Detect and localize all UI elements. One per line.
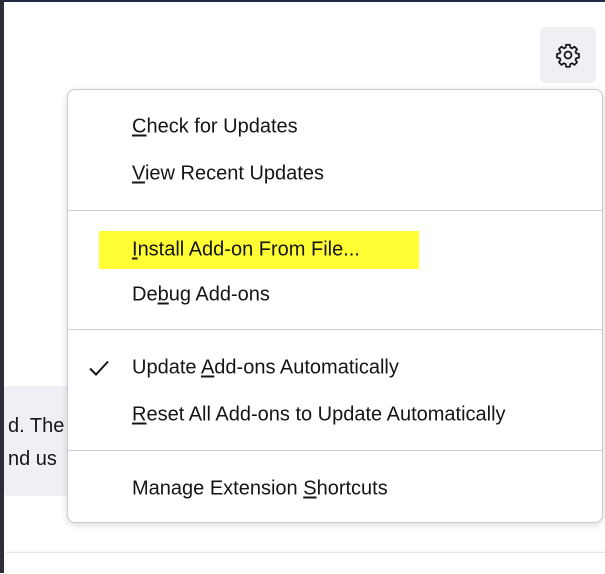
menu-item-label: Debug Add-ons <box>132 283 270 306</box>
background-text-line-2: nd us <box>8 448 57 470</box>
addons-options-menu: Check for Updates View Recent Updates In… <box>67 89 603 523</box>
menu-item-view-recent-updates[interactable]: View Recent Updates <box>68 154 602 194</box>
menu-item-update-addons-automatically[interactable]: Update Add-ons Automatically <box>68 348 602 388</box>
menu-separator <box>68 329 602 330</box>
checkmark-icon <box>89 360 109 376</box>
menu-separator <box>68 210 602 211</box>
menu-item-check-for-updates[interactable]: Check for Updates <box>68 107 602 147</box>
window-top-border <box>0 0 605 2</box>
menu-item-label: Install Add-on From File... <box>132 238 360 261</box>
background-card <box>6 552 605 574</box>
background-text-line-1: d. The <box>8 415 65 437</box>
settings-gear-button[interactable] <box>540 27 596 83</box>
menu-item-label: Check for Updates <box>132 115 298 138</box>
menu-item-label: Reset All Add-ons to Update Automaticall… <box>132 403 506 426</box>
menu-item-label: Update Add-ons Automatically <box>132 356 399 379</box>
menu-item-install-addon-from-file[interactable]: Install Add-on From File... <box>68 225 602 275</box>
menu-item-label: View Recent Updates <box>132 162 324 185</box>
menu-item-manage-extension-shortcuts[interactable]: Manage Extension Shortcuts <box>68 469 602 509</box>
menu-item-label: Manage Extension Shortcuts <box>132 477 388 500</box>
menu-separator <box>68 450 602 451</box>
menu-item-debug-addons[interactable]: Debug Add-ons <box>68 275 602 315</box>
gear-icon <box>556 43 580 68</box>
menu-item-reset-all-addons[interactable]: Reset All Add-ons to Update Automaticall… <box>68 395 602 435</box>
